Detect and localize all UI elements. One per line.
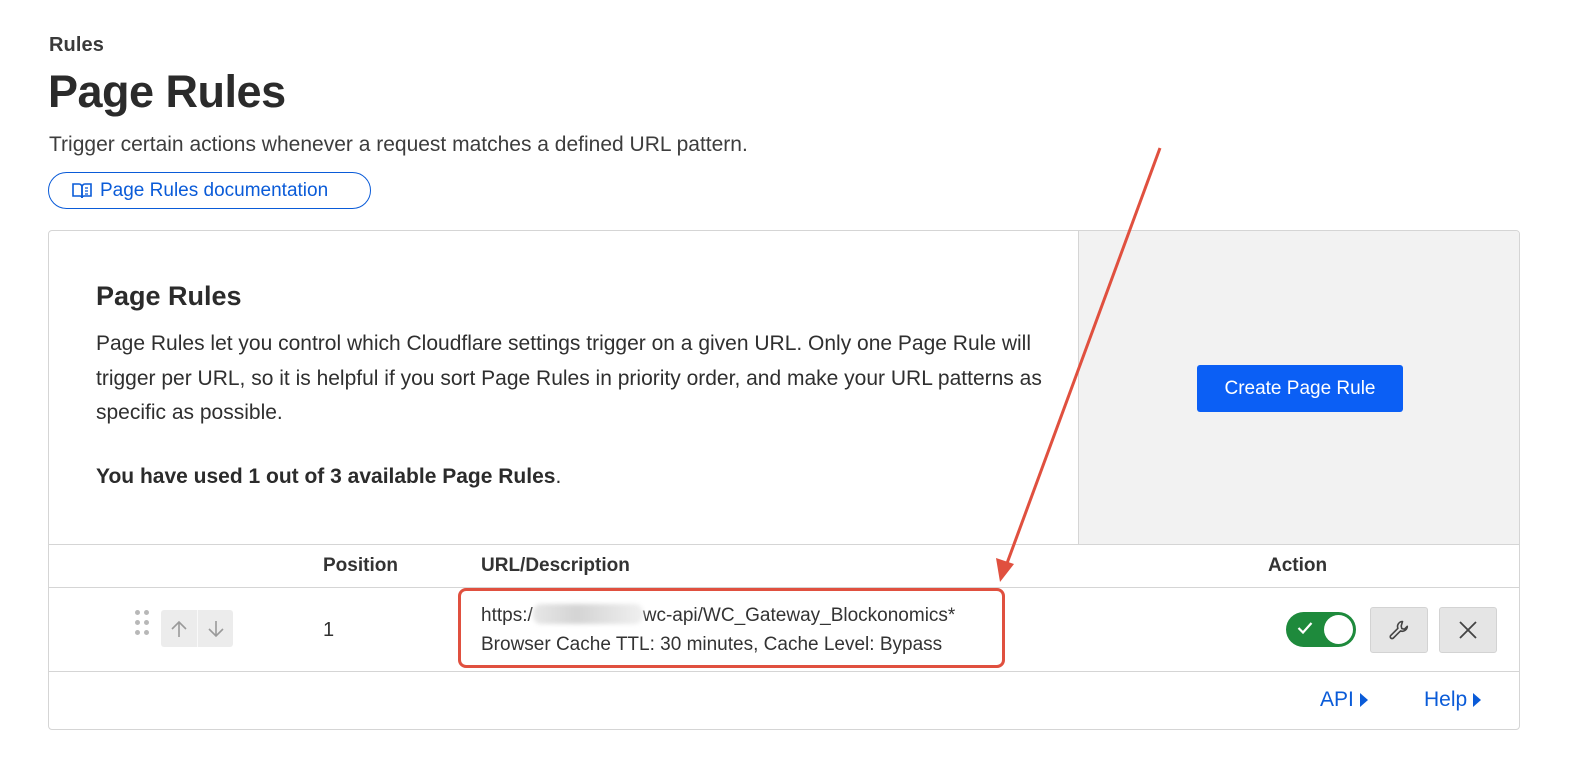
card-side-panel: Create Page Rule: [1078, 231, 1519, 544]
breadcrumb[interactable]: Rules: [49, 34, 104, 57]
page-title: Page Rules: [48, 66, 286, 117]
table-header: Position URL/Description Action: [49, 544, 1519, 588]
reorder-buttons: [161, 610, 233, 647]
book-icon: [72, 182, 92, 198]
caret-right-icon: [1473, 693, 1482, 707]
rule-position: 1: [323, 619, 335, 641]
redacted-domain: [532, 604, 643, 624]
column-action: Action: [1268, 555, 1328, 576]
arrow-up-icon: [171, 620, 187, 637]
column-position: Position: [323, 555, 398, 576]
caret-right-icon: [1359, 693, 1368, 707]
wrench-icon: [1389, 620, 1409, 640]
usage-text: You have used 1 out of 3 available Page …: [96, 465, 561, 489]
edit-rule-button[interactable]: [1370, 607, 1428, 653]
column-url: URL/Description: [481, 555, 630, 576]
drag-handle-icon[interactable]: [135, 610, 149, 640]
usage-count: You have used 1 out of 3 available Page …: [96, 465, 556, 488]
rule-description: Browser Cache TTL: 30 minutes, Cache Lev…: [481, 634, 943, 655]
help-link-label: Help: [1424, 688, 1468, 711]
table-row: 1 https:/ wc-api/WC_Gateway_Blockonomics*…: [49, 588, 1519, 672]
arrow-down-icon: [207, 620, 224, 637]
rule-enabled-toggle[interactable]: [1286, 612, 1356, 647]
api-link[interactable]: API: [1320, 688, 1369, 712]
card-text: Page Rules let you control which Cloudfl…: [96, 332, 1042, 424]
rule-url: https:/ wc-api/WC_Gateway_Blockonomics*: [481, 604, 955, 627]
delete-rule-button[interactable]: [1439, 607, 1497, 653]
card-heading: Page Rules: [96, 281, 242, 311]
page-rules-card: Page Rules Page Rules let you control wh…: [48, 230, 1520, 730]
move-up-button[interactable]: [161, 610, 197, 647]
rule-url-prefix: https:/: [481, 605, 533, 626]
card-info: Page Rules Page Rules let you control wh…: [49, 231, 1079, 544]
usage-suffix: .: [555, 465, 562, 488]
api-link-label: API: [1320, 688, 1354, 711]
close-icon: [1459, 621, 1477, 639]
card-footer: API Help: [49, 672, 1519, 729]
page-description: Trigger certain actions whenever a reque…: [49, 133, 748, 156]
documentation-link-label: Page Rules documentation: [100, 179, 329, 201]
documentation-link[interactable]: Page Rules documentation: [48, 172, 371, 209]
create-page-rule-button[interactable]: Create Page Rule: [1197, 365, 1403, 412]
rule-url-suffix: wc-api/WC_Gateway_Blockonomics*: [642, 605, 956, 626]
move-down-button[interactable]: [197, 610, 233, 647]
check-icon: [1297, 622, 1313, 635]
toggle-knob: [1324, 615, 1353, 644]
help-link[interactable]: Help: [1424, 688, 1482, 712]
